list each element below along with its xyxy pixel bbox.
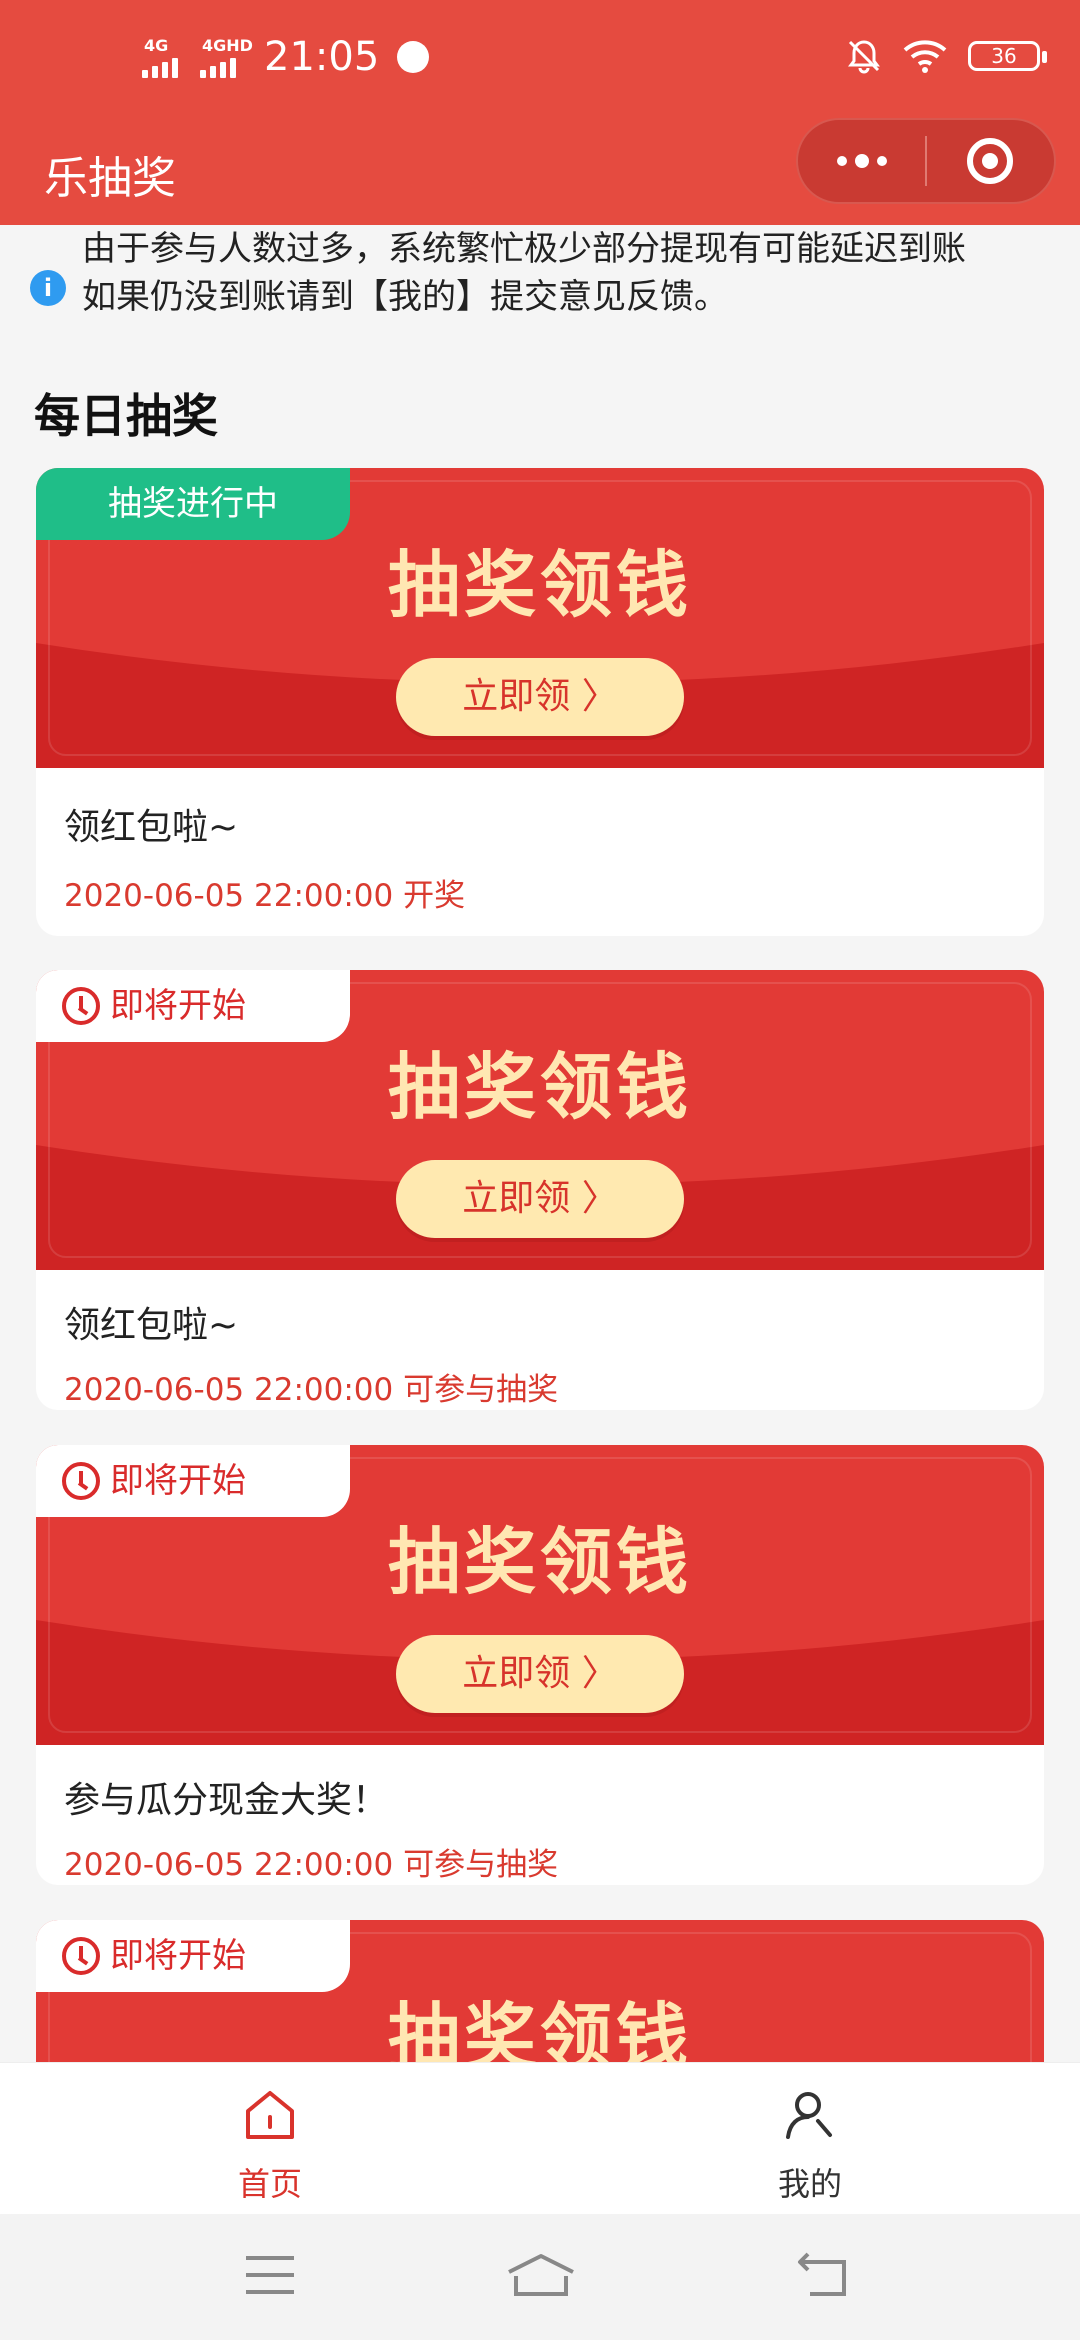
signal-icon: 4G — [142, 36, 186, 78]
close-miniprogram-button[interactable] — [927, 120, 1054, 202]
mute-bell-icon — [848, 40, 880, 74]
claim-button[interactable]: 立即领 〉 — [396, 1160, 684, 1238]
user-icon — [786, 2092, 832, 2139]
lottery-card[interactable]: 抽奖领钱 立即领 〉 即将开始 领红包啦~ 2020-06-05 22:00:0… — [36, 970, 1044, 1410]
system-nav-bar — [0, 2214, 1080, 2340]
tab-mine[interactable]: 我的 — [540, 2063, 1080, 2215]
clock-icon — [62, 1462, 100, 1500]
tab-home-label: 首页 — [237, 2165, 302, 2203]
status-badge-label: 即将开始 — [110, 1461, 246, 1501]
banner-title: 抽奖领钱 — [387, 1045, 692, 1129]
network-type-label: 4G — [144, 36, 169, 55]
nav-bar: 乐抽奖 — [0, 118, 1080, 225]
lottery-time: 2020-06-05 22:00:00 可参与抽奖 — [64, 1847, 559, 1883]
battery-level: 36 — [991, 44, 1017, 68]
status-badge: 抽奖进行中 — [36, 468, 350, 540]
target-icon — [967, 138, 1014, 184]
status-badge-label: 即将开始 — [110, 986, 246, 1026]
more-button[interactable] — [798, 120, 925, 202]
battery-icon: 36 — [968, 41, 1047, 71]
notice-banner: i 由于参与人数过多，系统繁忙极少部分提现有可能延迟到账 如果仍没到账请到【我的… — [0, 225, 1080, 335]
back-icon[interactable] — [796, 2252, 850, 2298]
claim-button[interactable]: 立即领 〉 — [396, 658, 684, 736]
lottery-card[interactable]: 抽奖领钱 立即领 〉 抽奖进行中 领红包啦~ 2020-06-05 22:00:… — [36, 468, 1044, 936]
lottery-name: 领红包啦~ — [64, 1305, 239, 1346]
tab-mine-label: 我的 — [777, 2165, 842, 2203]
info-icon: i — [30, 270, 66, 306]
status-badge: 即将开始 — [36, 1445, 350, 1517]
signal-icon: 4GHD — [200, 36, 253, 78]
lottery-banner[interactable]: 抽奖领钱 立即领 〉 即将开始 — [36, 970, 1044, 1270]
network-type-label: 4GHD — [202, 36, 253, 55]
claim-button[interactable]: 立即领 〉 — [396, 1635, 684, 1713]
lottery-name: 参与瓜分现金大奖！ — [64, 1780, 389, 1821]
clock-icon — [62, 1937, 100, 1975]
lottery-banner[interactable]: 抽奖领钱 即将开始 — [36, 1920, 1044, 2062]
clock-time: 21:05 — [264, 34, 380, 80]
lottery-time: 2020-06-05 22:00:00 开奖 — [64, 878, 466, 914]
banner-title: 抽奖领钱 — [387, 543, 692, 627]
miniprogram-capsule — [796, 118, 1056, 204]
tab-home[interactable]: 首页 — [0, 2063, 540, 2215]
home-nav-icon[interactable] — [506, 2252, 576, 2298]
lottery-time: 2020-06-05 22:00:00 可参与抽奖 — [64, 1372, 559, 1408]
lottery-banner[interactable]: 抽奖领钱 立即领 〉 抽奖进行中 — [36, 468, 1044, 768]
page-title: 乐抽奖 — [44, 153, 176, 204]
tab-bar: 首页 我的 — [0, 2062, 1080, 2214]
status-badge: 即将开始 — [36, 1920, 350, 1992]
status-badge: 即将开始 — [36, 970, 350, 1042]
clock-icon — [62, 987, 100, 1025]
lottery-banner[interactable]: 抽奖领钱 立即领 〉 即将开始 — [36, 1445, 1044, 1745]
status-badge-label: 即将开始 — [110, 1936, 246, 1976]
banner-title: 抽奖领钱 — [387, 1520, 692, 1604]
wifi-icon — [903, 40, 947, 73]
home-icon — [246, 2091, 294, 2139]
lottery-name: 领红包啦~ — [64, 807, 239, 848]
status-bar: 4G 4GHD 21:05 36 — [0, 0, 1080, 122]
notice-line-1: 由于参与人数过多，系统繁忙极少部分提现有可能延迟到账 — [82, 229, 966, 269]
voice-record-icon — [397, 41, 430, 73]
notice-line-2: 如果仍没到账请到【我的】提交意见反馈。 — [82, 277, 728, 317]
section-title: 每日抽奖 — [34, 389, 218, 443]
lottery-card[interactable]: 抽奖领钱 即将开始 — [36, 1920, 1044, 2062]
menu-icon[interactable] — [244, 2252, 296, 2298]
lottery-card[interactable]: 抽奖领钱 立即领 〉 即将开始 参与瓜分现金大奖！ 2020-06-05 22:… — [36, 1445, 1044, 1885]
